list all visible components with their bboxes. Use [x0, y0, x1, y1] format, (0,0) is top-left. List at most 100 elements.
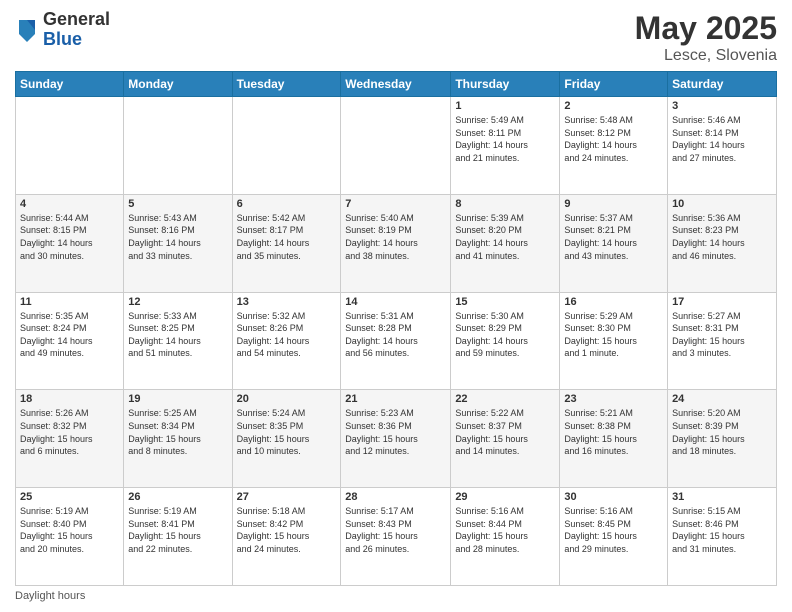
day-number: 15 [455, 296, 555, 308]
day-info: Sunrise: 5:43 AM Sunset: 8:16 PM Dayligh… [128, 212, 227, 262]
daylight-label: Daylight hours [15, 590, 85, 602]
calendar-week-row: 4Sunrise: 5:44 AM Sunset: 8:15 PM Daylig… [16, 194, 777, 292]
day-number: 1 [455, 100, 555, 112]
day-info: Sunrise: 5:37 AM Sunset: 8:21 PM Dayligh… [564, 212, 663, 262]
table-row: 31 Sunrise: 5:15 AM Sunset: 8:46 PM Dayli… [668, 488, 777, 586]
table-row: 6Sunrise: 5:42 AM Sunset: 8:17 PM Daylig… [232, 194, 341, 292]
col-wednesday: Wednesday [341, 72, 451, 97]
day-info: Sunrise: 5:39 AM Sunset: 8:20 PM Dayligh… [455, 212, 555, 262]
day-number: 30 [564, 491, 663, 503]
calendar-location: Lesce, Slovenia [635, 47, 777, 65]
logo-text: General Blue [43, 10, 110, 50]
day-number: 7 [345, 198, 446, 210]
day-number: 24 [672, 393, 772, 405]
day-info: Sunrise: 5:19 AM Sunset: 8:41 PM Dayligh… [128, 505, 227, 555]
table-row: 19 Sunrise: 5:25 AM Sunset: 8:34 PM Dayli… [124, 390, 232, 488]
day-number: 5 [128, 198, 227, 210]
col-sunday: Sunday [16, 72, 124, 97]
table-row [16, 97, 124, 195]
day-number: 18 [20, 393, 119, 405]
table-row: 30 Sunrise: 5:16 AM Sunset: 8:45 PM Dayli… [560, 488, 668, 586]
table-row: 8 Sunrise: 5:39 AM Sunset: 8:20 PM Daylig… [451, 194, 560, 292]
col-saturday: Saturday [668, 72, 777, 97]
table-row: 15Sunrise: 5:30 AM Sunset: 8:29 PM Dayli… [451, 292, 560, 390]
day-number: 31 [672, 491, 772, 503]
day-info: Sunrise: 5:19 AM Sunset: 8:40 PM Dayligh… [20, 505, 119, 555]
day-info: Sunrise: 5:36 AM Sunset: 8:23 PM Dayligh… [672, 212, 772, 262]
day-number: 21 [345, 393, 446, 405]
day-number: 20 [237, 393, 337, 405]
day-info: Sunrise: 5:24 AM Sunset: 8:35 PM Dayligh… [237, 407, 337, 457]
day-number: 8 [455, 198, 555, 210]
calendar-title: May 2025 [635, 10, 777, 47]
day-info: Sunrise: 5:46 AM Sunset: 8:14 PM Dayligh… [672, 114, 772, 164]
day-info: Sunrise: 5:22 AM Sunset: 8:37 PM Dayligh… [455, 407, 555, 457]
col-tuesday: Tuesday [232, 72, 341, 97]
day-info: Sunrise: 5:23 AM Sunset: 8:36 PM Dayligh… [345, 407, 446, 457]
table-row: 12Sunrise: 5:33 AM Sunset: 8:25 PM Dayli… [124, 292, 232, 390]
day-number: 28 [345, 491, 446, 503]
day-number: 11 [20, 296, 119, 308]
generalblue-logo-icon [15, 16, 39, 44]
table-row: 25 Sunrise: 5:19 AM Sunset: 8:40 PM Dayli… [16, 488, 124, 586]
table-row: 9 Sunrise: 5:37 AM Sunset: 8:21 PM Daylig… [560, 194, 668, 292]
table-row: 10 Sunrise: 5:36 AM Sunset: 8:23 PM Dayli… [668, 194, 777, 292]
calendar-week-row: 1 Sunrise: 5:49 AM Sunset: 8:11 PM Daylig… [16, 97, 777, 195]
table-row: 3Sunrise: 5:46 AM Sunset: 8:14 PM Daylig… [668, 97, 777, 195]
table-row: 18Sunrise: 5:26 AM Sunset: 8:32 PM Dayli… [16, 390, 124, 488]
day-info: Sunrise: 5:29 AM Sunset: 8:30 PM Dayligh… [564, 310, 663, 360]
table-row: 26 Sunrise: 5:19 AM Sunset: 8:41 PM Dayli… [124, 488, 232, 586]
table-row: 14Sunrise: 5:31 AM Sunset: 8:28 PM Dayli… [341, 292, 451, 390]
table-row: 1 Sunrise: 5:49 AM Sunset: 8:11 PM Daylig… [451, 97, 560, 195]
day-info: Sunrise: 5:32 AM Sunset: 8:26 PM Dayligh… [237, 310, 337, 360]
day-info: Sunrise: 5:31 AM Sunset: 8:28 PM Dayligh… [345, 310, 446, 360]
day-number: 26 [128, 491, 227, 503]
day-number: 29 [455, 491, 555, 503]
logo-blue-text: Blue [43, 30, 110, 50]
day-info: Sunrise: 5:25 AM Sunset: 8:34 PM Dayligh… [128, 407, 227, 457]
table-row: 13 Sunrise: 5:32 AM Sunset: 8:26 PM Dayli… [232, 292, 341, 390]
day-info: Sunrise: 5:18 AM Sunset: 8:42 PM Dayligh… [237, 505, 337, 555]
calendar-week-row: 18Sunrise: 5:26 AM Sunset: 8:32 PM Dayli… [16, 390, 777, 488]
logo: General Blue [15, 10, 110, 50]
day-number: 17 [672, 296, 772, 308]
day-info: Sunrise: 5:49 AM Sunset: 8:11 PM Dayligh… [455, 114, 555, 164]
day-number: 2 [564, 100, 663, 112]
day-info: Sunrise: 5:40 AM Sunset: 8:19 PM Dayligh… [345, 212, 446, 262]
col-monday: Monday [124, 72, 232, 97]
table-row: 2Sunrise: 5:48 AM Sunset: 8:12 PM Daylig… [560, 97, 668, 195]
day-number: 9 [564, 198, 663, 210]
footer: Daylight hours [15, 590, 777, 602]
table-row: 23 Sunrise: 5:21 AM Sunset: 8:38 PM Dayli… [560, 390, 668, 488]
day-number: 25 [20, 491, 119, 503]
day-number: 4 [20, 198, 119, 210]
table-row: 4Sunrise: 5:44 AM Sunset: 8:15 PM Daylig… [16, 194, 124, 292]
day-info: Sunrise: 5:16 AM Sunset: 8:44 PM Dayligh… [455, 505, 555, 555]
header: General Blue May 2025 Lesce, Slovenia [15, 10, 777, 65]
day-info: Sunrise: 5:17 AM Sunset: 8:43 PM Dayligh… [345, 505, 446, 555]
table-row: 20 Sunrise: 5:24 AM Sunset: 8:35 PM Dayli… [232, 390, 341, 488]
table-row: 22Sunrise: 5:22 AM Sunset: 8:37 PM Dayli… [451, 390, 560, 488]
day-info: Sunrise: 5:16 AM Sunset: 8:45 PM Dayligh… [564, 505, 663, 555]
day-info: Sunrise: 5:27 AM Sunset: 8:31 PM Dayligh… [672, 310, 772, 360]
day-info: Sunrise: 5:15 AM Sunset: 8:46 PM Dayligh… [672, 505, 772, 555]
day-number: 27 [237, 491, 337, 503]
calendar-week-row: 11 Sunrise: 5:35 AM Sunset: 8:24 PM Dayli… [16, 292, 777, 390]
table-row: 16 Sunrise: 5:29 AM Sunset: 8:30 PM Dayli… [560, 292, 668, 390]
logo-general-text: General [43, 10, 110, 30]
day-number: 13 [237, 296, 337, 308]
day-number: 16 [564, 296, 663, 308]
calendar-header-row: Sunday Monday Tuesday Wednesday Thursday… [16, 72, 777, 97]
day-info: Sunrise: 5:33 AM Sunset: 8:25 PM Dayligh… [128, 310, 227, 360]
table-row [124, 97, 232, 195]
day-number: 19 [128, 393, 227, 405]
calendar-table: Sunday Monday Tuesday Wednesday Thursday… [15, 71, 777, 586]
day-number: 23 [564, 393, 663, 405]
table-row: 27 Sunrise: 5:18 AM Sunset: 8:42 PM Dayli… [232, 488, 341, 586]
day-info: Sunrise: 5:35 AM Sunset: 8:24 PM Dayligh… [20, 310, 119, 360]
col-friday: Friday [560, 72, 668, 97]
table-row: 29 Sunrise: 5:16 AM Sunset: 8:44 PM Dayli… [451, 488, 560, 586]
table-row: 21 Sunrise: 5:23 AM Sunset: 8:36 PM Dayli… [341, 390, 451, 488]
day-info: Sunrise: 5:21 AM Sunset: 8:38 PM Dayligh… [564, 407, 663, 457]
day-number: 10 [672, 198, 772, 210]
